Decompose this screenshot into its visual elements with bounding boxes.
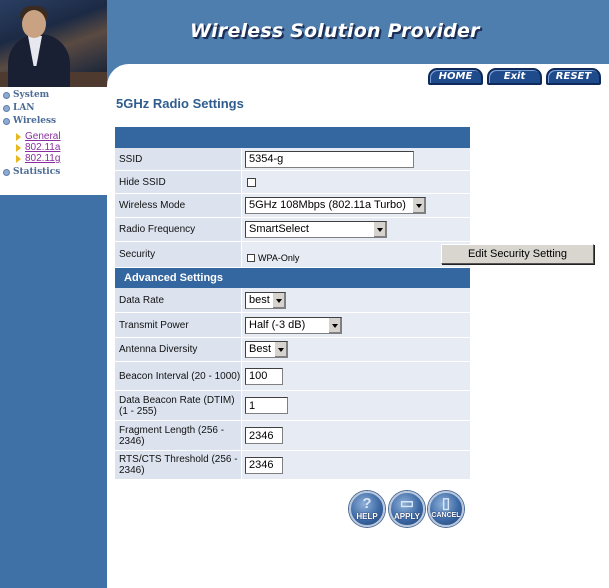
fragment-length-input[interactable] [245, 427, 283, 444]
dtim-row: Data Beacon Rate (DTIM) (1 - 255) [115, 391, 470, 421]
question-icon: ? [362, 495, 372, 512]
bullet-icon [3, 105, 10, 112]
antenna-diversity-value: Best [249, 343, 272, 355]
trash-icon: ▯ [441, 495, 451, 512]
data-rate-label: Data Rate [115, 288, 241, 312]
site-title: Wireless Solution Provider [190, 20, 480, 42]
sidebar: System LAN Wireless General 802.11a 802.… [0, 87, 107, 588]
sidebar-subitem-80211a[interactable]: 802.11a [0, 142, 107, 153]
beacon-interval-input[interactable] [245, 367, 283, 385]
sidebar-item-label: LAN [13, 103, 35, 113]
security-row: Security WPA-Only Edit Security Setting [115, 242, 594, 268]
wireless-mode-select[interactable]: 5GHz 108Mbps (802.11a Turbo) [245, 197, 426, 214]
sidebar-subitem-general[interactable]: General [0, 131, 107, 142]
transmit-power-select[interactable]: Half (-3 dB) [245, 316, 342, 334]
radio-frequency-row: Radio Frequency SmartSelect [115, 218, 470, 242]
antenna-diversity-select[interactable]: Best [245, 341, 288, 358]
rts-threshold-row: RTS/CTS Threshold (256 - 2346) [115, 451, 470, 480]
antenna-diversity-label: Antenna Diversity [115, 338, 241, 361]
bullet-icon [3, 169, 10, 176]
fragment-length-row: Fragment Length (256 - 2346) [115, 421, 470, 451]
edit-security-setting-button[interactable]: Edit Security Setting [441, 244, 594, 264]
section-bar [115, 127, 470, 148]
cancel-button-label: CANCEL [431, 512, 461, 519]
help-button[interactable]: ? HELP [349, 491, 385, 527]
data-rate-select[interactable]: best [245, 291, 286, 309]
chevron-down-icon [272, 292, 285, 308]
chevron-down-icon [412, 198, 425, 213]
arrow-right-icon [16, 144, 21, 152]
data-rate-value: best [249, 293, 270, 306]
security-label: Security [115, 242, 241, 267]
radio-frequency-label: Radio Frequency [115, 218, 241, 241]
apply-button[interactable]: ▭ APPLY [389, 491, 425, 527]
arrow-right-icon [16, 133, 21, 141]
page-title: 5GHz Radio Settings [116, 96, 244, 111]
sidebar-subitem-80211g[interactable]: 802.11g [0, 153, 107, 164]
hide-ssid-label: Hide SSID [115, 171, 241, 193]
arrow-right-icon [16, 155, 21, 163]
transmit-power-value: Half (-3 dB) [249, 318, 306, 331]
sidebar-subitem-label: General [25, 131, 61, 142]
sidebar-item-wireless[interactable]: Wireless [0, 115, 107, 128]
header-photo [0, 0, 107, 87]
chevron-down-icon [328, 317, 341, 333]
beacon-interval-label: Beacon Interval (20 - 1000) [115, 362, 241, 390]
chevron-down-icon [274, 342, 287, 357]
sidebar-menu: System LAN Wireless General 802.11a 802.… [0, 87, 107, 195]
wpa-only-label: WPA-Only [258, 253, 300, 263]
sidebar-item-label: System [13, 90, 50, 100]
help-button-label: HELP [356, 512, 378, 521]
apply-button-label: APPLY [394, 512, 420, 521]
reset-button[interactable]: RESET [546, 68, 601, 85]
sidebar-subitem-label: 802.11g [25, 153, 61, 164]
dtim-input[interactable] [245, 397, 288, 414]
beacon-interval-row: Beacon Interval (20 - 1000) [115, 362, 470, 391]
transmit-power-label: Transmit Power [115, 313, 241, 337]
antenna-diversity-row: Antenna Diversity Best [115, 338, 470, 362]
dtim-label: Data Beacon Rate (DTIM) (1 - 255) [115, 391, 241, 420]
wireless-mode-value: 5GHz 108Mbps (802.11a Turbo) [249, 199, 406, 211]
transmit-power-row: Transmit Power Half (-3 dB) [115, 313, 470, 338]
wpa-only-checkbox[interactable] [247, 254, 255, 262]
cancel-button[interactable]: ▯ CANCEL [428, 491, 464, 527]
exit-button[interactable]: Exit [487, 68, 542, 85]
radio-frequency-select[interactable]: SmartSelect [245, 221, 387, 238]
fragment-length-label: Fragment Length (256 - 2346) [115, 421, 241, 450]
radio-settings-form: SSID Hide SSID Wireless Mode 5GHz 108Mbp… [115, 127, 594, 480]
ssid-label: SSID [115, 148, 241, 170]
hide-ssid-checkbox[interactable] [247, 177, 256, 187]
radio-frequency-value: SmartSelect [249, 223, 309, 235]
bullet-icon [3, 92, 10, 99]
document-icon: ▭ [399, 495, 415, 512]
home-button[interactable]: HOME [428, 68, 483, 85]
sidebar-item-label: Statistics [13, 167, 61, 177]
rts-threshold-label: RTS/CTS Threshold (256 - 2346) [115, 451, 241, 479]
sidebar-item-lan[interactable]: LAN [0, 102, 107, 115]
ssid-row: SSID [115, 148, 470, 171]
sidebar-item-system[interactable]: System [0, 89, 107, 102]
sidebar-item-label: Wireless [13, 116, 57, 126]
wireless-mode-label: Wireless Mode [115, 194, 241, 217]
sidebar-subitem-label: 802.11a [25, 142, 61, 153]
ssid-input[interactable] [245, 150, 414, 168]
rts-threshold-input[interactable] [245, 456, 283, 474]
wireless-mode-row: Wireless Mode 5GHz 108Mbps (802.11a Turb… [115, 194, 470, 218]
advanced-settings-header: Advanced Settings [115, 268, 470, 288]
hide-ssid-row: Hide SSID [115, 171, 470, 194]
data-rate-row: Data Rate best [115, 288, 470, 313]
sidebar-item-statistics[interactable]: Statistics [0, 166, 107, 179]
bullet-icon [3, 118, 10, 125]
chevron-down-icon [373, 222, 386, 237]
